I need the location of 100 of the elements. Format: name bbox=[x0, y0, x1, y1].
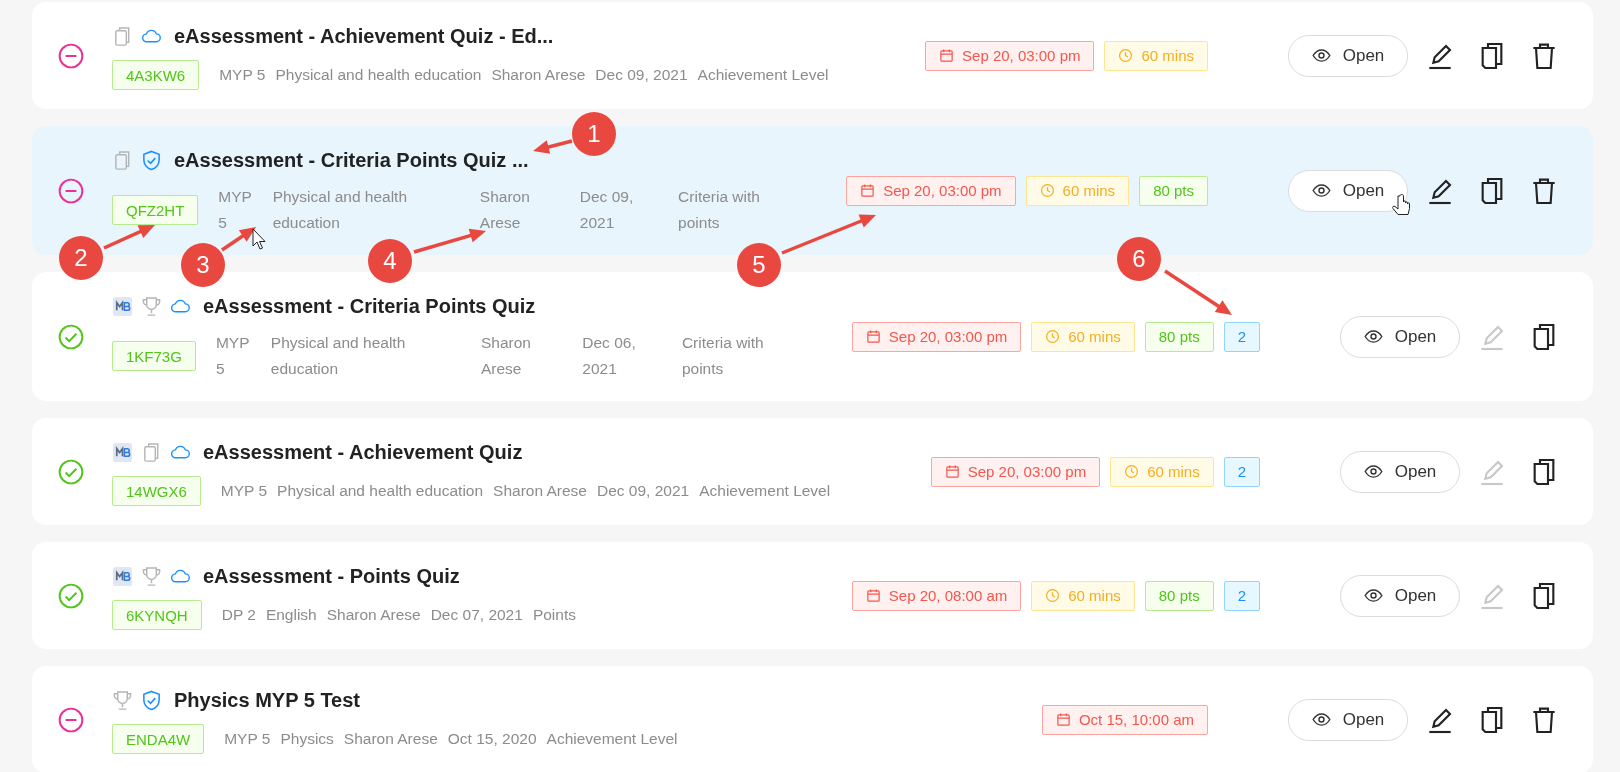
clock-icon bbox=[1045, 329, 1061, 344]
points-tag: 80 pts bbox=[1144, 580, 1214, 611]
check-circle-icon[interactable] bbox=[58, 458, 84, 485]
clock-icon bbox=[1124, 464, 1140, 479]
check-circle-icon[interactable] bbox=[58, 582, 84, 609]
assessment-title[interactable]: eAssessment - Achievement Quiz - Ed... bbox=[174, 24, 554, 48]
meta-text: Physical and health education bbox=[275, 65, 482, 85]
date-tag: Oct 15, 10:00 am bbox=[1041, 704, 1208, 735]
shield-check-icon bbox=[141, 689, 162, 711]
clock-icon bbox=[1045, 588, 1061, 603]
arrow bbox=[221, 227, 256, 252]
assessment-card[interactable]: eAssessment - Criteria Points Quiz 1KF73G MYP 5 Physical and health education Sharon Arese Dec 06, 2021 Criteria with points Sep 20, 03:00 pm 60 mins 80 pts 2 Open bbox=[32, 272, 1593, 401]
meta-text: Achievement Level bbox=[546, 729, 678, 749]
mb-logo-icon bbox=[112, 565, 133, 587]
code-tag: QFZ2HT bbox=[112, 195, 199, 225]
meta-text: Oct 15, 2020 bbox=[447, 729, 537, 749]
trophy-icon bbox=[141, 565, 162, 587]
clock-icon bbox=[1039, 183, 1055, 198]
meta-text: Sharon Arese bbox=[481, 333, 532, 379]
assessment-card[interactable]: eAssessment - Achievement Quiz - Ed... 4A3KW6 MYP 5 Physical and health education Sharon Arese Dec 09, 2021 Achievement Level Sep 20, 03:00 pm 60 mins Open bbox=[32, 2, 1593, 109]
open-button[interactable]: Open bbox=[1288, 34, 1408, 77]
duration-tag: 60 mins bbox=[1031, 580, 1135, 611]
meta-text: MYP 5 bbox=[218, 187, 253, 233]
count-badge: 2 bbox=[1223, 580, 1260, 611]
meta-text: Points bbox=[532, 605, 576, 625]
meta-text: DP 2 bbox=[221, 605, 256, 625]
calendar-icon bbox=[944, 464, 960, 479]
code-tag: 1KF73G bbox=[112, 341, 196, 371]
assessment-title[interactable]: eAssessment - Points Quiz bbox=[203, 564, 460, 588]
arrow bbox=[1164, 269, 1232, 315]
mb-logo-icon bbox=[112, 441, 133, 463]
calendar-icon bbox=[865, 329, 881, 344]
meta-text: Physical and health education bbox=[272, 187, 409, 233]
meta-text: Sharon Arese bbox=[326, 605, 421, 625]
duration-tag: 60 mins bbox=[1031, 321, 1135, 352]
calendar-icon bbox=[939, 48, 955, 63]
clock-icon bbox=[1118, 48, 1134, 63]
open-button[interactable]: Open bbox=[1288, 169, 1408, 212]
code-tag: ENDA4W bbox=[112, 724, 205, 754]
points-tag: 80 pts bbox=[1144, 321, 1214, 352]
trophy-icon bbox=[141, 295, 162, 317]
meta-text: Sharon Arese bbox=[343, 729, 438, 749]
eye-icon bbox=[1311, 49, 1331, 62]
open-button[interactable]: Open bbox=[1340, 450, 1460, 493]
code-tag: 4A3KW6 bbox=[112, 60, 200, 90]
eye-icon bbox=[1311, 713, 1331, 726]
meta-text: Dec 07, 2021 bbox=[430, 605, 523, 625]
step-number-badge: 1 bbox=[572, 112, 616, 156]
meta-text: Criteria with points bbox=[681, 333, 765, 379]
duration-tag: 60 mins bbox=[1025, 175, 1130, 206]
minus-circle-icon[interactable] bbox=[58, 42, 84, 69]
open-button[interactable]: Open bbox=[1340, 315, 1460, 358]
code-tag: 14WGX6 bbox=[112, 476, 201, 506]
shield-check-icon bbox=[141, 149, 162, 171]
eye-icon bbox=[1311, 184, 1331, 197]
calendar-icon bbox=[860, 183, 876, 198]
duration-tag: 60 mins bbox=[1110, 456, 1214, 487]
assessment-title[interactable]: eAssessment - Criteria Points Quiz ... bbox=[174, 148, 529, 172]
calendar-icon bbox=[1055, 712, 1071, 727]
assessment-title[interactable]: eAssessment - Achievement Quiz bbox=[203, 440, 523, 464]
open-button[interactable]: Open bbox=[1288, 698, 1408, 741]
arrow bbox=[533, 139, 573, 154]
date-tag: Sep 20, 03:00 pm bbox=[846, 175, 1016, 206]
minus-circle-icon[interactable] bbox=[58, 177, 84, 204]
meta-text: Dec 06, 2021 bbox=[582, 333, 637, 379]
points-tag: 80 pts bbox=[1139, 175, 1208, 206]
meta-text: Dec 09, 2021 bbox=[597, 481, 690, 501]
eye-icon bbox=[1363, 589, 1383, 602]
assessment-card[interactable]: eAssessment - Points Quiz 6KYNQH DP 2 English Sharon Arese Dec 07, 2021 Points Sep 20, 08:00 am 60 mins 80 pts 2 Open bbox=[32, 542, 1593, 649]
assessment-title[interactable]: eAssessment - Criteria Points Quiz bbox=[203, 294, 536, 318]
eye-icon bbox=[1363, 330, 1383, 343]
calendar-icon bbox=[865, 588, 881, 603]
date-tag: Sep 20, 03:00 pm bbox=[925, 40, 1095, 71]
check-circle-icon[interactable] bbox=[58, 323, 84, 350]
date-tag: Sep 20, 08:00 am bbox=[851, 580, 1022, 611]
assessment-card[interactable]: Physics MYP 5 Test ENDA4W MYP 5 Physics Sharon Arese Oct 15, 2020 Achievement Level Oct 15, 10:00 am Open bbox=[32, 666, 1593, 772]
duration-tag: 60 mins bbox=[1104, 40, 1208, 71]
meta-text: Sharon Arese bbox=[493, 481, 587, 501]
meta-text: Physical and health education bbox=[270, 333, 407, 379]
assessment-title[interactable]: Physics MYP 5 Test bbox=[174, 688, 360, 712]
meta-text: Sharon Arese bbox=[491, 65, 586, 85]
meta-text: Sharon Arese bbox=[479, 187, 531, 233]
meta-text: MYP 5 bbox=[219, 65, 266, 85]
trophy-icon bbox=[112, 689, 133, 711]
meta-text: Criteria with points bbox=[678, 187, 761, 233]
count-badge: 2 bbox=[1223, 321, 1260, 352]
date-tag: Sep 20, 03:00 pm bbox=[851, 321, 1022, 352]
mb-logo-icon bbox=[112, 295, 133, 317]
minus-circle-icon[interactable] bbox=[58, 706, 84, 733]
open-button[interactable]: Open bbox=[1340, 574, 1460, 617]
pointer-cursor-icon bbox=[252, 228, 266, 250]
meta-text: Dec 09, 2021 bbox=[595, 65, 688, 85]
assessment-card[interactable]: eAssessment - Achievement Quiz 14WGX6 MYP 5 Physical and health education Sharon Arese Dec 09, 2021 Achievement Level Sep 20, 03:00 pm 60 mins 2 Open bbox=[32, 418, 1593, 525]
meta-text: MYP 5 bbox=[220, 481, 268, 501]
meta-text: Physics bbox=[280, 729, 334, 749]
meta-text: MYP 5 bbox=[224, 729, 271, 749]
hand-cursor-icon bbox=[1392, 194, 1410, 215]
date-tag: Sep 20, 03:00 pm bbox=[930, 456, 1101, 487]
count-badge: 2 bbox=[1223, 456, 1260, 487]
meta-text: Achievement Level bbox=[697, 65, 829, 85]
